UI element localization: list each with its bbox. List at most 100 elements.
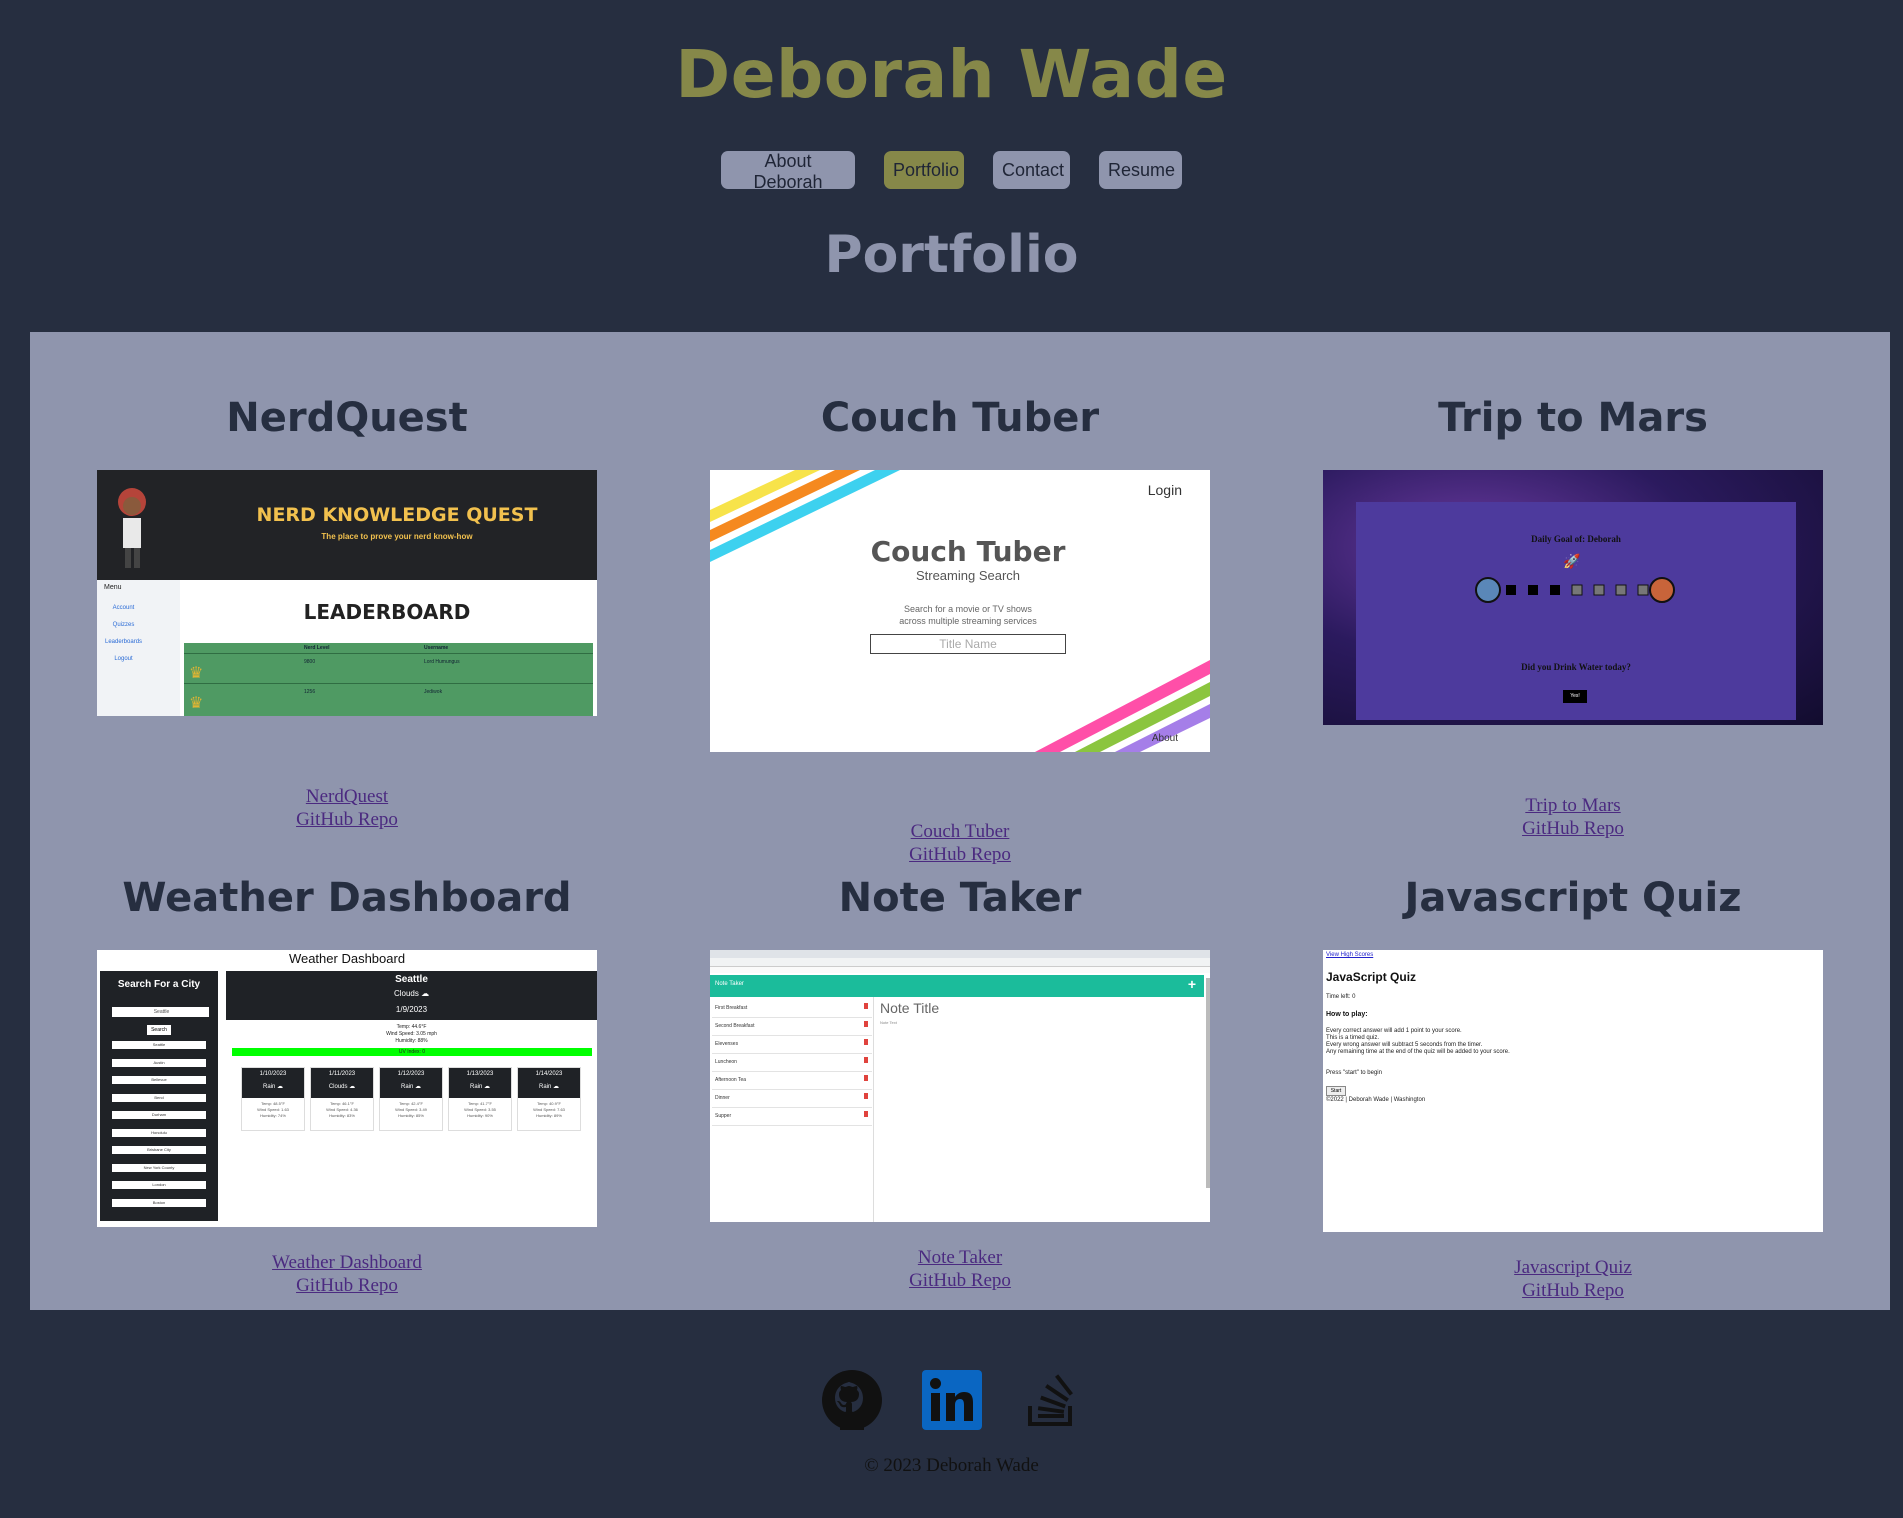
- description: Search for a movie or TV shows: [904, 604, 1032, 614]
- project-link[interactable]: Trip to Mars: [1323, 794, 1823, 817]
- nav-contact-button[interactable]: Contact: [993, 151, 1070, 189]
- side-menu: Menu Account Quizzes Leaderboards Logout: [97, 580, 180, 716]
- github-icon[interactable]: [821, 1370, 882, 1430]
- project-links: Weather Dashboard GitHub Repo: [97, 1251, 597, 1297]
- condition: Clouds ☁: [393, 989, 430, 998]
- github-repo-link[interactable]: GitHub Repo: [1323, 817, 1823, 840]
- add-note-icon: +: [1187, 976, 1196, 992]
- yes-button: Yes!: [1563, 690, 1587, 703]
- note-list-item: Dinner: [712, 1090, 872, 1108]
- city-history-button: London: [112, 1181, 206, 1189]
- uv-index-bar: UV Index: 0: [232, 1048, 592, 1056]
- project-screenshot[interactable]: NERD KNOWLEDGE QUEST The place to prove …: [97, 470, 597, 716]
- menu-items: Account Quizzes Leaderboards Logout: [105, 600, 142, 668]
- github-repo-link[interactable]: GitHub Repo: [1323, 1279, 1823, 1302]
- current-details: Temp: 44.6°F Wind Speed: 3.05 mph Humidi…: [226, 1024, 597, 1045]
- project-links: Note Taker GitHub Repo: [710, 1246, 1210, 1292]
- project-link[interactable]: Weather Dashboard: [97, 1251, 597, 1274]
- question-text: Did you Drink Water today?: [1521, 662, 1631, 672]
- rule: Every correct answer will add 1 point to…: [1326, 1028, 1462, 1034]
- trash-icon: [864, 1075, 868, 1081]
- project-screenshot[interactable]: Login Couch Tuber Streaming Search Searc…: [710, 470, 1210, 752]
- forecast-date: 1/12/2023: [397, 1071, 425, 1077]
- rule: Any remaining time at the end of the qui…: [1326, 1049, 1510, 1055]
- title-search-input: Title Name: [870, 634, 1066, 654]
- note-title: First Breakfast: [715, 1005, 748, 1011]
- github-repo-link[interactable]: GitHub Repo: [710, 843, 1210, 866]
- forecast-condition: Rain ☁: [538, 1084, 559, 1090]
- note-title: Luncheon: [715, 1059, 737, 1065]
- search-sidebar: Search For a City Seattle Search Seattle…: [100, 971, 218, 1221]
- how-to-heading: How to play:: [1326, 1011, 1368, 1018]
- forecast-card: 1/11/2023 Clouds ☁ Temp: 46.1°F Wind Speed:…: [310, 1067, 374, 1131]
- forecast-date: 1/14/2023: [535, 1071, 563, 1077]
- project-links: Trip to Mars GitHub Repo: [1323, 794, 1823, 840]
- city-name: Seattle: [395, 974, 428, 985]
- project-title: Note Taker: [838, 875, 1082, 921]
- app-name: Note Taker: [715, 981, 744, 987]
- note-list-item: Afternoon Tea: [712, 1072, 872, 1090]
- forecast-date: 1/11/2023: [328, 1071, 356, 1077]
- note-title: Second Breakfast: [715, 1023, 755, 1029]
- forecast-humidity: Humidity: 85%: [398, 1113, 424, 1118]
- login-link: Login: [1147, 482, 1182, 498]
- project-link[interactable]: Note Taker: [710, 1246, 1210, 1269]
- city-history-button: Durham: [112, 1111, 206, 1119]
- avatar-icon: [118, 488, 146, 568]
- game-panel: Daily Goal of: Deborah 🚀 Did you Drink W…: [1356, 502, 1796, 720]
- note-list-item: Second Breakfast: [712, 1018, 872, 1036]
- project-screenshot[interactable]: Weather Dashboard Search For a City Seat…: [97, 950, 597, 1227]
- humidity: Humidity: 88%: [395, 1038, 428, 1044]
- quiz-footer: ©2022 | Deborah Wade | Washington: [1326, 1097, 1426, 1103]
- leaderboard-title: LEADERBOARD: [303, 600, 471, 624]
- current-weather-header: Seattle Clouds ☁ 1/9/2023: [226, 971, 597, 1020]
- trash-icon: [864, 1093, 868, 1099]
- project-card-trip-to-mars: Trip to Mars Daily Goal of: Deborah 🚀 Di…: [1323, 388, 1823, 839]
- forecast-humidity: Humidity: 74%: [260, 1113, 286, 1118]
- stackoverflow-icon[interactable]: [1022, 1370, 1082, 1430]
- project-screenshot[interactable]: View High Scores JavaScript Quiz Time le…: [1323, 950, 1823, 1232]
- rules-list: Every correct answer will add 1 point to…: [1326, 1028, 1510, 1056]
- note-title: Elevenses: [715, 1041, 739, 1047]
- project-link[interactable]: Javascript Quiz: [1323, 1256, 1823, 1279]
- project-link[interactable]: Couch Tuber: [710, 820, 1210, 843]
- forecast-card: 1/14/2023 Rain ☁ Temp: 40.9°F Wind Speed: 7…: [517, 1067, 581, 1131]
- trash-icon: [864, 1111, 868, 1117]
- github-repo-link[interactable]: GitHub Repo: [97, 1274, 597, 1297]
- github-repo-link[interactable]: GitHub Repo: [710, 1269, 1210, 1292]
- forecast-condition: Rain ☁: [469, 1084, 490, 1090]
- project-screenshot[interactable]: Daily Goal of: Deborah 🚀 Did you Drink W…: [1323, 470, 1823, 725]
- col-header: Nerd Level: [304, 645, 330, 651]
- nav-about-button[interactable]: About Deborah: [721, 151, 855, 192]
- rule: Every wrong answer will subtract 5 secon…: [1326, 1042, 1483, 1048]
- cell: 9800: [304, 659, 316, 665]
- github-repo-link[interactable]: GitHub Repo: [97, 808, 597, 831]
- trash-icon: [864, 1021, 868, 1027]
- note-list-item: First Breakfast: [712, 1000, 872, 1018]
- logo-text: Couch Tuber: [870, 535, 1066, 568]
- city-history-button: Honolulu: [112, 1128, 206, 1137]
- project-links: Javascript Quiz GitHub Repo: [1323, 1256, 1823, 1302]
- nav-resume-button[interactable]: Resume: [1099, 151, 1182, 189]
- note-text-field: Note Text: [880, 1020, 897, 1025]
- linkedin-icon[interactable]: [921, 1370, 982, 1430]
- menu-item: Leaderboards: [105, 639, 143, 645]
- banner-title: NERD KNOWLEDGE QUEST: [256, 504, 538, 526]
- forecast-humidity: Humidity: 83%: [329, 1113, 355, 1118]
- city-history-list: Seattle Austin Bellevue Bend Durham Honolulu B…: [112, 1041, 217, 1216]
- menu-item: Account: [112, 605, 135, 611]
- note-list-item: Elevenses: [712, 1036, 872, 1054]
- project-screenshot[interactable]: Note Taker + First Breakfast Second Break…: [710, 950, 1210, 1222]
- forecast-condition: Clouds ☁: [328, 1084, 356, 1090]
- project-link[interactable]: NerdQuest: [97, 785, 597, 808]
- project-card-nerdquest: NerdQuest NERD KNOWLEDGE QUEST The place…: [97, 388, 597, 830]
- forecast-humidity: Humidity: 89%: [536, 1113, 562, 1118]
- cell: Jediwok: [424, 689, 443, 695]
- browser-bookmarks: [710, 967, 1210, 973]
- dashboard-header: Weather Dashboard: [288, 951, 406, 966]
- menu-item: Quizzes: [112, 622, 135, 628]
- city-history-button: Boston: [112, 1198, 206, 1207]
- nav-portfolio-button[interactable]: Portfolio: [884, 151, 964, 189]
- press-start-text: Press "start" to begin: [1326, 1070, 1382, 1076]
- note-list-item: Supper: [712, 1108, 872, 1126]
